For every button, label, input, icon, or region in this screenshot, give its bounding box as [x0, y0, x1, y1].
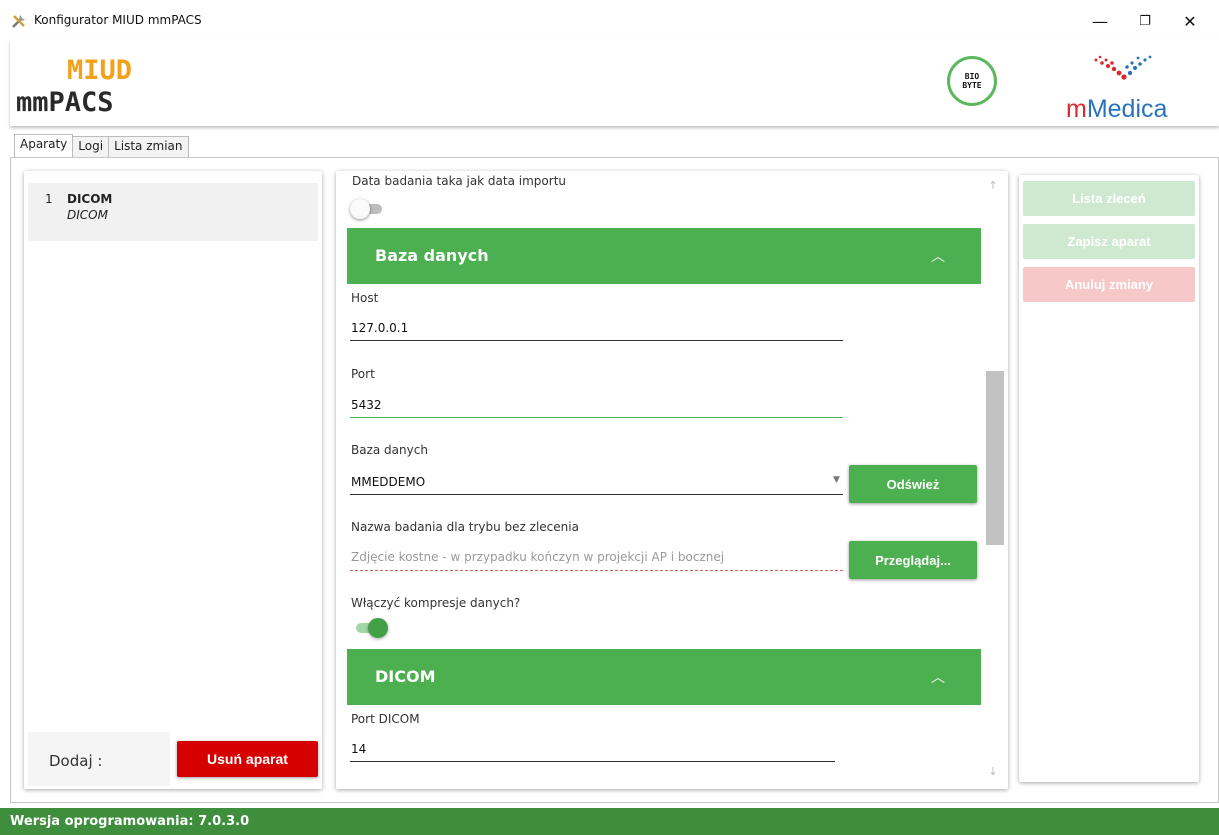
- biobyte-logo-bottom: BYTE: [962, 81, 982, 90]
- port-input[interactable]: 5432: [351, 398, 382, 412]
- compression-label: Włączyć kompresje danych?: [351, 596, 521, 610]
- scroll-up-icon[interactable]: ↑: [984, 179, 1002, 197]
- tab-aparaty[interactable]: Aparaty: [14, 134, 74, 157]
- database-label: Baza danych: [351, 443, 428, 457]
- port-underline: [350, 417, 843, 418]
- dicom-port-input[interactable]: 14: [351, 742, 366, 756]
- database-section-header[interactable]: Baza danych ︿: [347, 228, 981, 284]
- minimize-button[interactable]: —: [1080, 6, 1120, 36]
- status-bar: Wersja oprogramowania: 7.0.3.0: [0, 808, 1219, 835]
- close-button[interactable]: ✕: [1170, 6, 1210, 36]
- device-list-item[interactable]: 1 DICOM DICOM: [28, 183, 318, 241]
- window-title: Konfigurator MIUD mmPACS: [34, 13, 202, 27]
- add-device-label: Dodaj :: [49, 752, 103, 770]
- exam-name-input[interactable]: Zdjęcie kostne - w przypadku kończyn w p…: [351, 550, 724, 564]
- dicom-section-header[interactable]: DICOM ︿: [347, 649, 981, 705]
- tab-logi[interactable]: Logi: [72, 136, 110, 157]
- mmedica-logo-m: m: [1066, 95, 1087, 123]
- biobyte-logo: BIO BYTE: [947, 56, 997, 106]
- device-settings-panel: Data badania taka jak data importu Baza …: [336, 171, 1008, 789]
- actions-panel: Lista zleceń Zapisz aparat Anuluj zmiany: [1019, 175, 1199, 782]
- header: MIUD mmPACS BIO BYTE mMedica: [10, 40, 1219, 126]
- import-date-toggle[interactable]: [350, 199, 386, 219]
- dicom-port-underline: [350, 761, 835, 762]
- dropdown-arrow-icon[interactable]: ▼: [833, 475, 840, 485]
- title-bar: Konfigurator MIUD mmPACS — ❐ ✕: [0, 0, 1219, 40]
- remove-device-button[interactable]: Usuń aparat: [177, 741, 318, 777]
- database-select[interactable]: MMEDDEMO: [351, 475, 425, 489]
- device-type: DICOM: [67, 208, 108, 222]
- database-underline: [350, 494, 843, 495]
- chevron-up-icon: ︿: [931, 249, 945, 265]
- toggle-knob: [368, 618, 388, 638]
- biobyte-logo-top: BIO: [964, 72, 980, 81]
- dicom-section-title: DICOM: [375, 667, 436, 686]
- device-list-panel: 1 DICOM DICOM Dodaj : Usuń aparat: [24, 171, 322, 789]
- add-device-button[interactable]: Dodaj :: [28, 732, 170, 786]
- exam-name-underline: [350, 570, 843, 571]
- browse-button[interactable]: Przeglądaj...: [849, 541, 977, 579]
- mmpacs-logo: mmPACS: [16, 87, 114, 118]
- import-date-label: Data badania taka jak data importu: [352, 174, 567, 188]
- port-label: Port: [351, 367, 375, 381]
- host-label: Host: [351, 291, 379, 305]
- refresh-button[interactable]: Odśwież: [849, 465, 977, 503]
- save-device-button[interactable]: Zapisz aparat: [1023, 224, 1195, 259]
- version-label: Wersja oprogramowania: 7.0.3.0: [10, 814, 250, 829]
- tab-bar: Aparaty Logi Lista zmian: [14, 134, 189, 157]
- mmedica-logo: mMedica: [1066, 95, 1167, 124]
- orders-list-button[interactable]: Lista zleceń: [1023, 181, 1195, 216]
- tools-icon: [12, 15, 25, 28]
- tab-lista-zmian[interactable]: Lista zmian: [108, 136, 189, 157]
- device-name: DICOM: [67, 192, 113, 206]
- cancel-changes-button[interactable]: Anuluj zmiany: [1023, 267, 1195, 302]
- toggle-knob: [350, 199, 370, 219]
- chevron-up-icon: ︿: [931, 670, 945, 686]
- miud-logo: MIUD: [67, 55, 133, 86]
- mmedica-logo-rest: Medica: [1086, 95, 1168, 123]
- mmedica-dots-icon: [1094, 55, 1152, 80]
- database-section-title: Baza danych: [375, 246, 489, 265]
- compression-toggle[interactable]: [352, 618, 388, 638]
- scroll-down-icon[interactable]: ↓: [984, 765, 1002, 783]
- device-number: 1: [45, 192, 53, 206]
- maximize-button[interactable]: ❐: [1125, 6, 1165, 36]
- exam-name-label: Nazwa badania dla trybu bez zlecenia: [351, 520, 579, 534]
- host-input[interactable]: 127.0.0.1: [351, 321, 408, 335]
- scrollbar-thumb[interactable]: [986, 371, 1004, 545]
- host-underline: [350, 340, 843, 341]
- dicom-port-label: Port DICOM: [351, 712, 420, 726]
